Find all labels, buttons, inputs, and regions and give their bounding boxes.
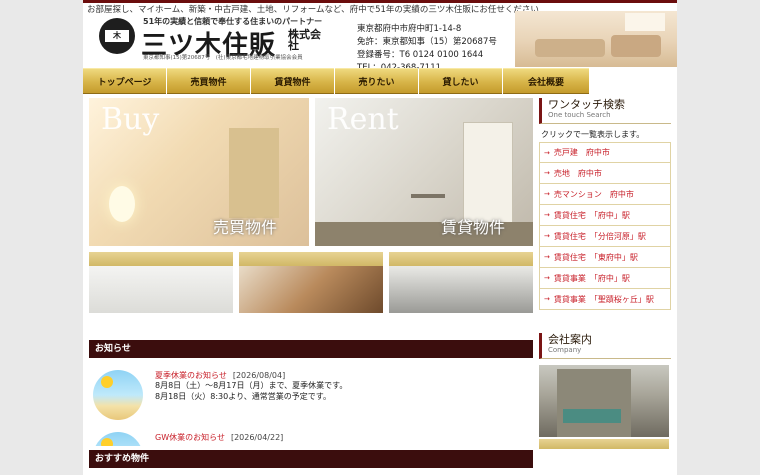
news-section-header: お知らせ	[89, 340, 533, 358]
arrow-right-icon: →	[544, 148, 550, 157]
arrow-right-icon: →	[544, 295, 550, 303]
right-background-band	[677, 0, 760, 475]
banner-tile-bar	[89, 252, 233, 266]
hero-rent-title: Rent	[327, 102, 399, 137]
header-tagline: お部屋探し、マイホーム、新築・中古戸建、土地、リフォームなど、府中で51年の実績…	[87, 5, 539, 15]
onetouch-title: ワンタッチ検索	[539, 98, 671, 111]
recommend-section-header: おすすめ物件	[89, 450, 533, 468]
sun-icon	[101, 438, 113, 446]
company-link-bar[interactable]	[539, 439, 669, 449]
arrow-right-icon: →	[544, 274, 550, 282]
news-line: 8月8日（土）～8月17日（月）まで、夏季休業です。	[155, 381, 348, 390]
hero-buy-lamp	[109, 186, 135, 222]
main-nav: トップページ 売買物件 賃貸物件 売りたい 貸したい 会社概要	[83, 68, 591, 94]
onetouch-link-label: 賃貸住宅 「分倍河原」駅	[553, 231, 646, 241]
page-container: お部屋探し、マイホーム、新築・中古戸建、土地、リフォームなど、府中で51年の実績…	[83, 3, 677, 475]
onetouch-link[interactable]: → 売地 府中市	[539, 163, 671, 184]
onetouch-link[interactable]: → 賃貸住宅 「東府中」駅	[539, 247, 671, 268]
banner-tile-bar	[239, 252, 383, 266]
header-photo-sofa	[535, 39, 605, 57]
news-title[interactable]: 夏季休業のお知らせ	[155, 371, 227, 380]
banner-tile-bar	[389, 252, 533, 266]
onetouch-link-label: 売戸建 府中市	[553, 148, 610, 157]
banner-tile-image	[389, 266, 533, 313]
banner-tile-image	[239, 266, 383, 313]
hero-buy-title: Buy	[101, 102, 160, 137]
company-address: 東京都府中市府中町1-14-8	[357, 24, 462, 34]
onetouch-link-label: 賃貸住宅 「府中」駅	[553, 210, 630, 220]
onetouch-link[interactable]: → 賃貸事業 「府中」駅	[539, 268, 671, 289]
company-panel: 会社案内 Company	[539, 333, 671, 473]
nav-item-rent[interactable]: 賃貸物件	[251, 68, 334, 94]
header-photo-window	[625, 13, 665, 31]
onetouch-subtitle: One touch Search	[539, 111, 671, 124]
news-body: 8月8日（土）～8月17日（月）まで、夏季休業です。 8月18日（火）8:30よ…	[155, 380, 347, 402]
onetouch-link[interactable]: → 売戸建 府中市	[539, 142, 671, 163]
arrow-right-icon: →	[544, 169, 550, 177]
company-building	[557, 369, 631, 437]
news-date: [2026/04/22]	[230, 433, 284, 442]
left-background-band	[0, 0, 83, 475]
brand-suffix: 株式会社	[288, 28, 321, 52]
onetouch-link[interactable]: → 売マンション 府中市	[539, 184, 671, 205]
header-photo-armchair	[611, 35, 661, 57]
arrow-right-icon: →	[544, 211, 550, 219]
onetouch-note: クリックで一覧表示します。	[541, 130, 645, 139]
company-subtitle: Company	[539, 346, 671, 359]
company-license: 免許：東京都知事（15）第20687号	[357, 37, 497, 47]
news-item[interactable]: GW休業のお知らせ [2026/04/22]	[89, 432, 533, 446]
hero-rent-label: 賃貸物件	[441, 218, 506, 237]
hero-buy-banner[interactable]: Buy 売買物件	[89, 98, 309, 246]
hero-rent-banner[interactable]: Rent 賃貸物件	[315, 98, 533, 246]
onetouch-link[interactable]: → 賃貸住宅 「分倍河原」駅	[539, 226, 671, 247]
onetouch-search-panel: ワンタッチ検索 One touch Search クリックで一覧表示します。 →…	[539, 98, 671, 310]
sun-icon	[101, 376, 113, 388]
onetouch-link[interactable]: → 賃貸住宅 「府中」駅	[539, 205, 671, 226]
company-building-photo[interactable]	[539, 365, 669, 437]
arrow-right-icon: →	[544, 253, 550, 261]
banner-tile-image	[89, 266, 233, 313]
company-building-window	[563, 409, 621, 423]
beach-icon	[93, 432, 143, 446]
hero-buy-shelf	[229, 128, 279, 218]
onetouch-link[interactable]: → 賃貸事業 「聖蹟桜ヶ丘」駅	[539, 289, 671, 310]
onetouch-link-label: 賃貸事業 「府中」駅	[553, 273, 630, 283]
onetouch-link-label: 賃貸住宅 「東府中」駅	[553, 252, 638, 262]
license-small-print: 東京都知事(15)第20687号 (社)東京都宅地建物取引業協会会員	[143, 55, 303, 61]
news-title[interactable]: GW休業のお知らせ	[155, 433, 225, 442]
nav-item-top[interactable]: トップページ	[83, 68, 166, 94]
onetouch-link-label: 賃貸事業 「聖蹟桜ヶ丘」駅	[553, 294, 654, 304]
logo-mark-text: 木	[105, 30, 129, 42]
nav-item-lease[interactable]: 貸したい	[419, 68, 502, 94]
onetouch-link-label: 売地 府中市	[553, 168, 602, 178]
arrow-right-icon: →	[544, 232, 550, 240]
banner-tile[interactable]	[239, 252, 383, 313]
nav-item-sell[interactable]: 売りたい	[335, 68, 418, 94]
nav-item-sale[interactable]: 売買物件	[167, 68, 250, 94]
banner-tile[interactable]	[89, 252, 233, 313]
company-title: 会社案内	[539, 333, 671, 346]
banner-tile[interactable]	[389, 252, 533, 313]
news-title-line: GW休業のお知らせ [2026/04/22]	[155, 432, 283, 443]
news-date: [2026/08/04]	[232, 371, 286, 380]
news-line: 8月18日（火）8:30より、通常営業の予定です。	[155, 392, 331, 401]
company-registration: 登録番号：T6 0124 0100 1644	[357, 50, 484, 60]
hero-buy-label: 売買物件	[213, 218, 278, 237]
header-interior-photo	[515, 11, 677, 67]
arrow-right-icon: →	[544, 190, 550, 198]
onetouch-link-label: 売マンション 府中市	[553, 189, 634, 199]
beach-icon	[93, 370, 143, 420]
company-logo-icon[interactable]: 木	[99, 18, 135, 54]
nav-item-company[interactable]: 会社概要	[503, 68, 589, 94]
onetouch-list: → 売戸建 府中市 → 売地 府中市 → 売マンション 府中市 → 賃貸住宅 「府中」駅…	[539, 142, 671, 310]
